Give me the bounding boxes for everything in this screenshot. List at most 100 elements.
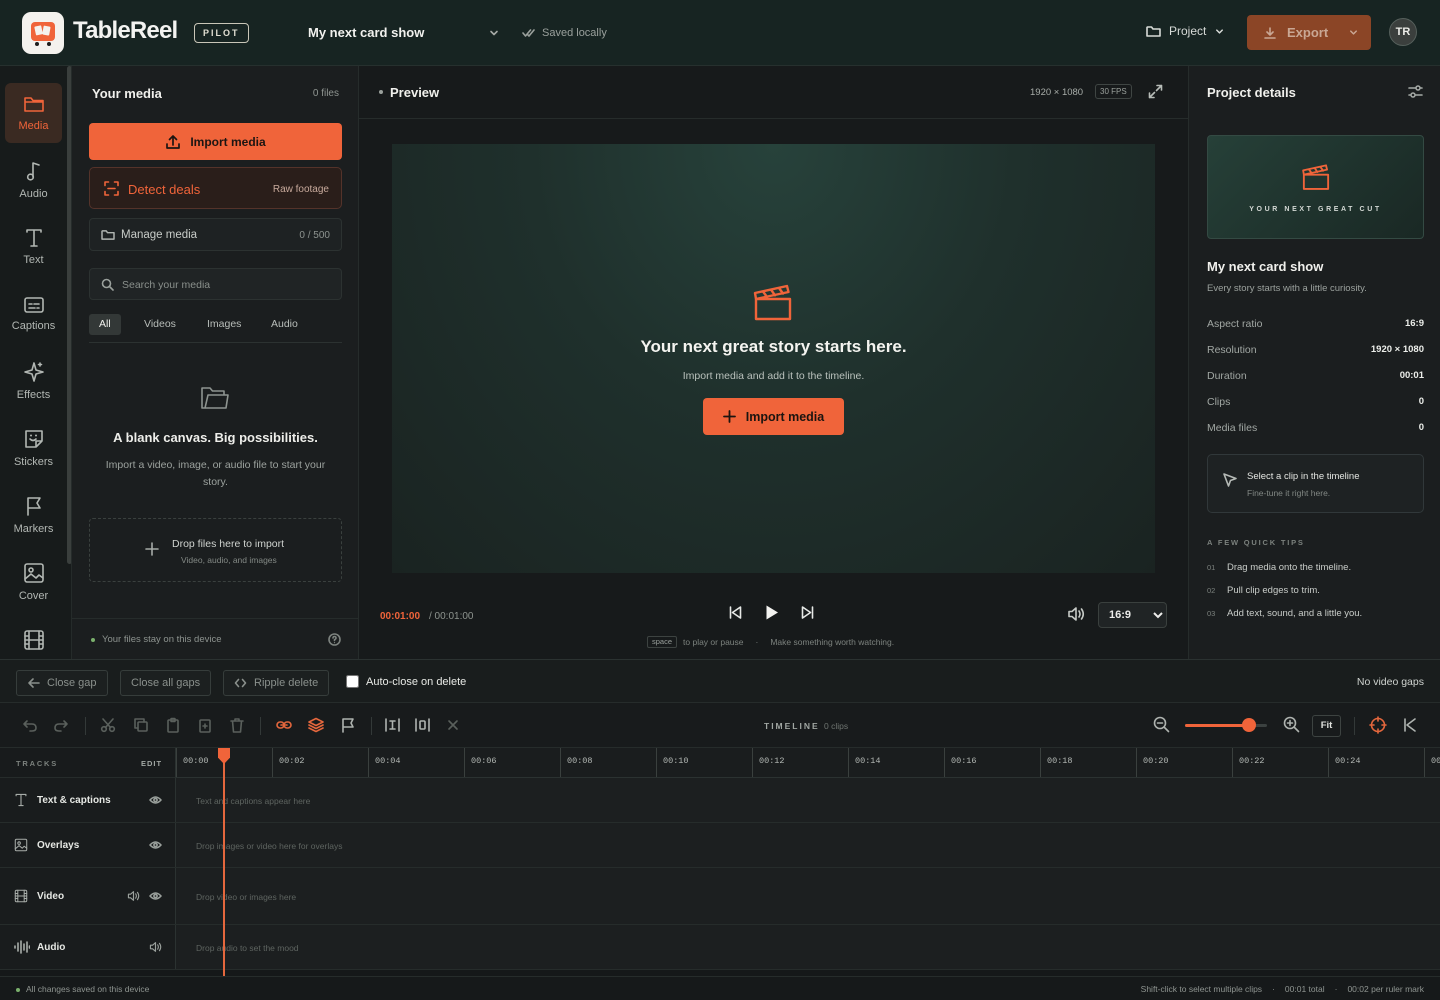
detect-deals-button[interactable]: Detect deals Raw footage xyxy=(89,167,342,209)
project-menu-button[interactable]: Project xyxy=(1146,24,1225,38)
play-icon[interactable] xyxy=(763,604,780,621)
tips-heading: A FEW QUICK TIPS xyxy=(1207,538,1305,547)
rail-item-cover[interactable]: Cover xyxy=(5,552,62,612)
gap-status: No video gaps xyxy=(1356,676,1424,688)
media-panel: Your media 0 files Import media Detect d… xyxy=(72,66,359,659)
ruler-tick-label: 00:22 xyxy=(1239,756,1265,766)
rail-item-captions[interactable]: Captions xyxy=(5,284,62,344)
rail-item-stickers[interactable]: Stickers xyxy=(5,418,62,478)
split-icon[interactable] xyxy=(384,717,401,733)
project-thumbnail[interactable]: YOUR NEXT GREAT CUT xyxy=(1207,135,1424,239)
sliders-icon[interactable] xyxy=(1408,84,1423,99)
top-bar: TableReel PILOT My next card show Saved … xyxy=(0,0,1440,66)
export-button[interactable]: Export xyxy=(1247,15,1371,50)
track-lane[interactable]: Drop audio to set the mood xyxy=(176,925,1440,969)
chevron-down-icon[interactable] xyxy=(488,27,500,39)
zoom-out-icon[interactable] xyxy=(1153,716,1170,733)
track-header: Video xyxy=(0,868,176,924)
flag-icon[interactable] xyxy=(340,717,356,733)
tab-audio[interactable]: Audio xyxy=(261,314,308,335)
volume-icon[interactable] xyxy=(1067,606,1085,622)
status-bar: All changes saved on this device Shift-c… xyxy=(0,976,1440,1000)
close-icon[interactable] xyxy=(446,717,460,733)
search-input[interactable] xyxy=(122,276,322,294)
ruler-tick xyxy=(944,748,945,777)
ruler-tick-label: 00:16 xyxy=(951,756,977,766)
pilot-badge: PILOT xyxy=(194,23,249,43)
aspect-ratio-select[interactable]: 16:9 9:16 1:1 4:5 xyxy=(1098,602,1167,628)
drop-zone[interactable]: Drop files here to import Video, audio, … xyxy=(89,518,342,582)
preview-canvas[interactable]: Your next great story starts here. Impor… xyxy=(392,144,1155,573)
rail-item-more[interactable] xyxy=(5,619,62,659)
snap-target-icon[interactable] xyxy=(1369,716,1387,734)
plus-icon xyxy=(722,410,736,423)
close-all-gaps-button[interactable]: Close all gaps xyxy=(120,670,212,696)
project-name-dropdown[interactable]: My next card show xyxy=(308,25,424,40)
playhead[interactable] xyxy=(223,748,225,976)
trash-icon[interactable] xyxy=(229,717,245,733)
scissors-icon[interactable] xyxy=(100,717,116,733)
volume-icon[interactable] xyxy=(149,941,162,953)
tab-all[interactable]: All xyxy=(89,314,121,335)
help-icon[interactable] xyxy=(328,633,341,646)
copy-icon[interactable] xyxy=(133,717,149,733)
fullscreen-icon[interactable] xyxy=(1148,84,1163,99)
layers-icon[interactable] xyxy=(308,717,324,733)
jump-to-start-icon[interactable] xyxy=(1402,717,1418,733)
toolbar-divider xyxy=(1354,717,1355,735)
eye-icon[interactable] xyxy=(149,795,162,805)
auto-close-checkbox[interactable] xyxy=(346,675,359,688)
edit-tracks-button[interactable]: EDIT xyxy=(141,759,162,768)
playback-controls xyxy=(728,604,815,621)
zoom-slider-thumb[interactable] xyxy=(1241,718,1256,732)
eye-icon[interactable] xyxy=(149,891,162,901)
rail-item-text[interactable]: Text xyxy=(5,217,62,277)
ruler-tick xyxy=(1232,748,1233,777)
timecode-total: / 00:01:00 xyxy=(429,611,474,622)
skip-forward-icon[interactable] xyxy=(800,605,815,620)
zoom-slider[interactable] xyxy=(1185,718,1267,732)
track-lane[interactable]: Drop images or video here for overlays xyxy=(176,823,1440,867)
fit-button[interactable]: Fit xyxy=(1312,715,1341,737)
import-media-button[interactable]: Import media xyxy=(89,123,342,160)
undo-icon[interactable] xyxy=(22,717,38,733)
tab-videos[interactable]: Videos xyxy=(134,314,186,335)
zoom-in-icon[interactable] xyxy=(1283,716,1300,733)
ripple-delete-button[interactable]: Ripple delete xyxy=(223,670,330,696)
volume-icon[interactable] xyxy=(127,890,140,902)
link-icon[interactable] xyxy=(276,717,292,733)
track-lane[interactable]: Drop video or images here xyxy=(176,868,1440,924)
timeline-clip-count: 0 clips xyxy=(824,721,849,731)
prop-resolution: Resolution 1920 × 1080 xyxy=(1207,344,1424,356)
arrow-left-icon xyxy=(28,678,40,688)
canvas-import-button[interactable]: Import media xyxy=(703,398,844,435)
ruler-tick xyxy=(656,748,657,777)
ruler-tick-label: 00:18 xyxy=(1047,756,1073,766)
close-gap-button[interactable]: Close gap xyxy=(16,670,108,696)
rail-item-markers[interactable]: Markers xyxy=(5,485,62,545)
track-lane[interactable]: Text and captions appear here xyxy=(176,778,1440,822)
auto-close-toggle[interactable]: Auto-close on delete xyxy=(346,675,466,688)
toolbar-divider xyxy=(85,717,86,735)
select-clip-card: Select a clip in the timeline Fine-tune … xyxy=(1207,454,1424,513)
trim-icon[interactable] xyxy=(414,717,431,733)
rail-item-media[interactable]: Media xyxy=(5,83,62,143)
timeline-label: TIMELINE xyxy=(764,721,820,731)
ruler-tick xyxy=(464,748,465,777)
user-avatar[interactable]: TR xyxy=(1389,18,1417,46)
manage-media-button[interactable]: Manage media 0 / 500 xyxy=(89,218,342,251)
tab-images[interactable]: Images xyxy=(197,314,251,335)
status-dot xyxy=(379,90,383,94)
time-ruler[interactable]: 00:00 00:02 00:04 00:06 00:08 00:10 00:12 00:14… xyxy=(176,748,1440,778)
ruler-tick-label: 00:12 xyxy=(759,756,785,766)
paste-icon[interactable] xyxy=(165,717,181,733)
gap-toolbar: Close gap Close all gaps Ripple delete A… xyxy=(0,659,1440,703)
duplicate-icon[interactable] xyxy=(197,717,213,733)
ruler-tick xyxy=(1040,748,1041,777)
rail-item-audio[interactable]: Audio xyxy=(5,150,62,210)
redo-icon[interactable] xyxy=(53,717,69,733)
brand-name: TableReel xyxy=(73,17,178,44)
skip-back-icon[interactable] xyxy=(728,605,743,620)
eye-icon[interactable] xyxy=(149,840,162,850)
rail-item-effects[interactable]: Effects xyxy=(5,351,62,411)
